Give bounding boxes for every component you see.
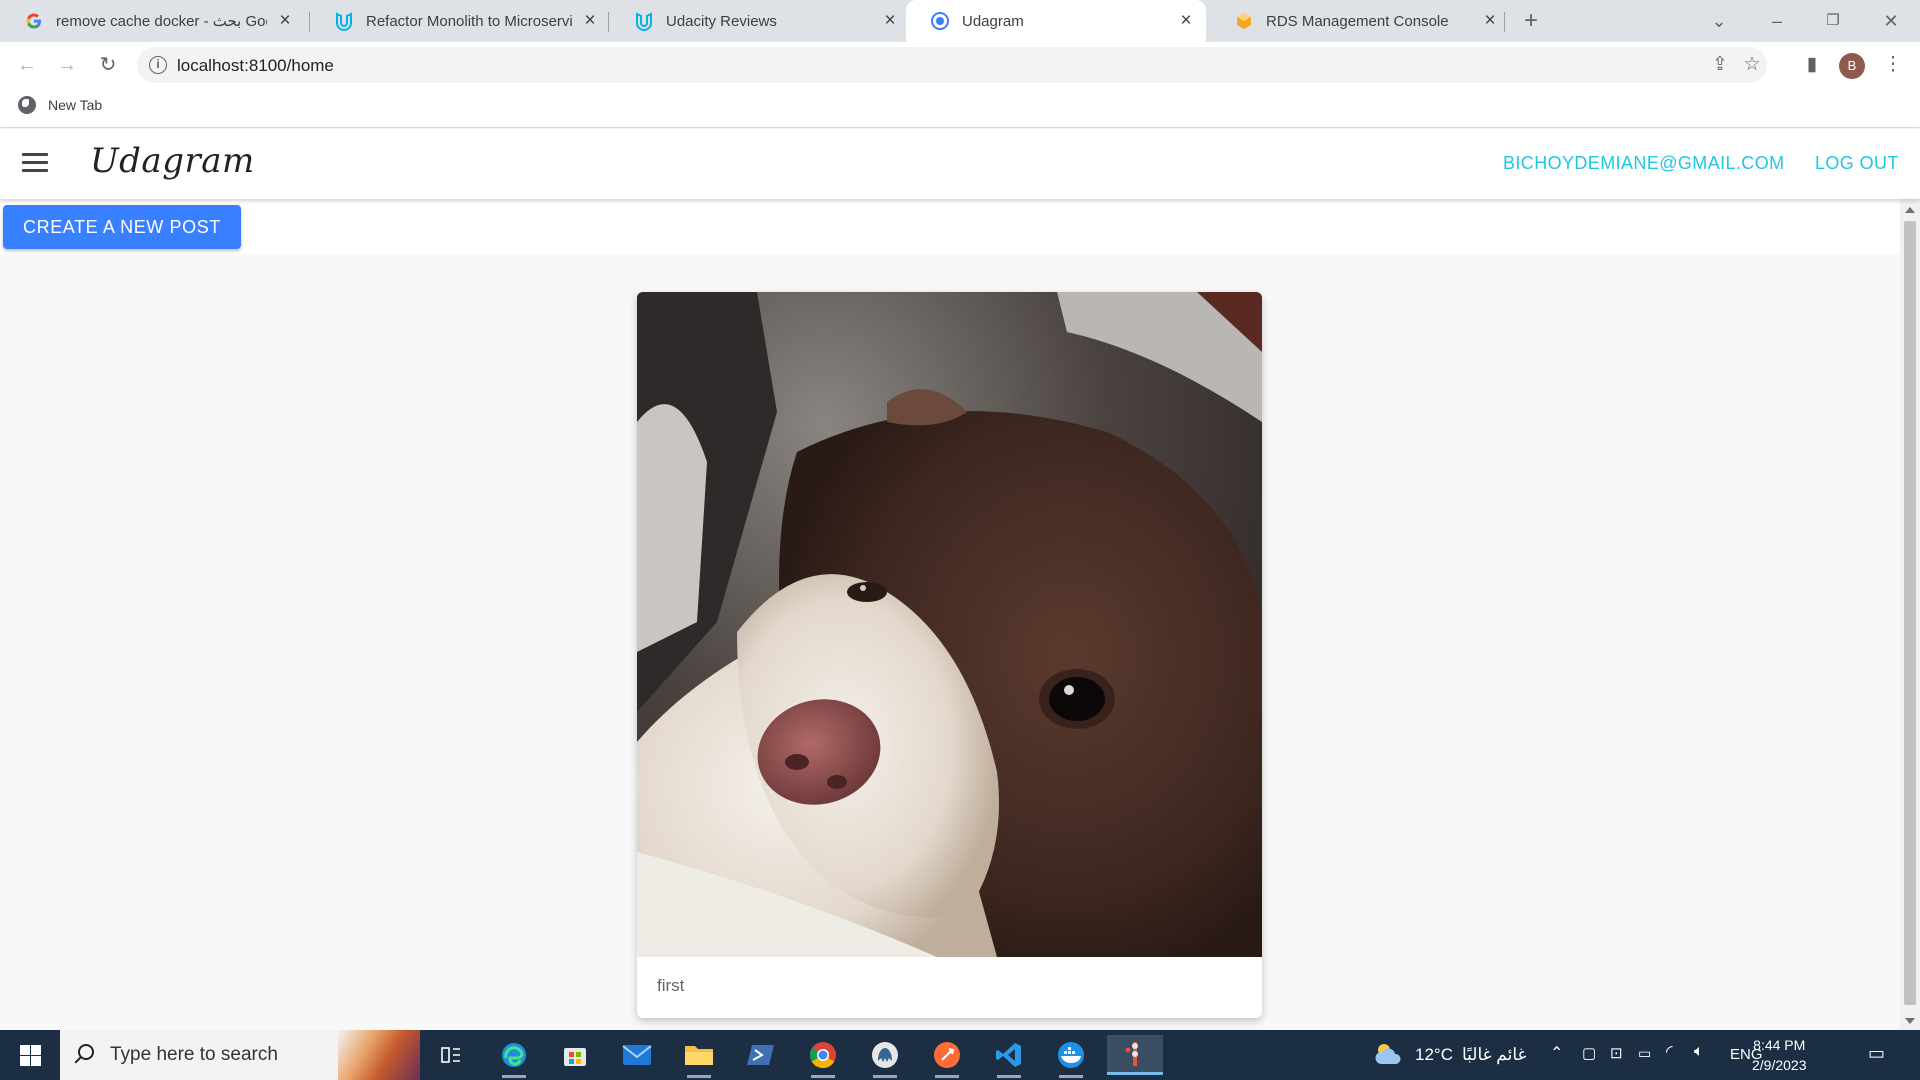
tab-separator (608, 12, 609, 32)
search-highlight-image (338, 1030, 420, 1080)
weather-condition[interactable]: غائم غالبًا (1462, 1045, 1526, 1065)
store-icon[interactable] (549, 1035, 601, 1075)
weather-temp[interactable]: 12°C (1415, 1045, 1453, 1065)
feed: first (0, 254, 1900, 1030)
edge-icon[interactable] (488, 1035, 540, 1078)
browser-tab-strip: remove cache docker - بحث Goo × Refactor… (0, 0, 1920, 42)
weather-partly-cloudy-icon[interactable] (1373, 1040, 1405, 1073)
post-image (637, 292, 1262, 957)
tab-udagram[interactable]: Udagram × (906, 0, 1206, 42)
chrome-icon[interactable] (797, 1035, 849, 1078)
bookmark-new-tab[interactable]: New Tab (18, 96, 102, 114)
windows-taskbar: Type here to search 12°C غائم غالبًا ⌃ ▢… (0, 1030, 1920, 1080)
close-icon[interactable]: × (1176, 11, 1196, 31)
share-icon[interactable]: ⇪ (1705, 50, 1735, 80)
bookmark-label: New Tab (48, 97, 103, 113)
tab-title: Refactor Monolith to Microservic (366, 12, 572, 30)
scrollbar-thumb[interactable] (1904, 221, 1916, 1005)
aws-icon (1234, 11, 1254, 31)
app-header: Udagram BICHOYDEMIANE@GMAIL.COM LOG OUT (0, 129, 1920, 199)
avatar[interactable]: B (1839, 53, 1865, 79)
tab-rds-console[interactable]: RDS Management Console × (1210, 0, 1510, 42)
tab-search-chevron-icon[interactable]: ⌄ (1704, 6, 1734, 36)
chevron-up-icon[interactable]: ⌃ (1550, 1043, 1563, 1063)
restore-icon[interactable]: ❐ (1818, 6, 1848, 36)
logout-button[interactable]: LOG OUT (1815, 153, 1899, 174)
tab-title: Udagram (962, 12, 1024, 30)
wifi-icon[interactable]: ◜ (1666, 1042, 1673, 1062)
udacity-icon (334, 11, 354, 31)
forward-icon[interactable]: → (52, 50, 82, 80)
tab-title: remove cache docker - بحث Goo (56, 13, 267, 30)
pgadmin-icon[interactable] (859, 1035, 911, 1078)
tab-separator (1504, 12, 1505, 32)
globe-icon (18, 96, 36, 114)
post-caption: first (657, 976, 685, 995)
kebab-menu-icon[interactable]: ⋮ (1878, 50, 1908, 80)
app-brand: Udagram (90, 141, 255, 181)
reload-icon[interactable]: ↻ (93, 50, 123, 80)
powershell-icon[interactable] (735, 1035, 787, 1075)
site-info-icon[interactable]: i (149, 56, 167, 74)
browser-toolbar: ← → ↻ i localhost:8100/home ⇪ ☆ ▮ B ⋮ (0, 42, 1920, 88)
mail-icon[interactable] (611, 1035, 663, 1075)
close-icon[interactable]: × (880, 11, 900, 31)
windows-start-icon[interactable] (0, 1030, 60, 1080)
hamburger-menu-icon[interactable] (22, 153, 48, 175)
bookmarks-bar: New Tab (0, 88, 1920, 128)
git-icon[interactable] (1107, 1035, 1163, 1075)
address-bar[interactable]: i localhost:8100/home ⇪ ☆ (137, 47, 1767, 83)
volume-icon[interactable]: 🔈︎ (1694, 1043, 1704, 1061)
clock-date: 2/9/2023 (1752, 1057, 1807, 1073)
close-icon[interactable]: × (275, 11, 295, 31)
page-toolbar: CREATE A NEW POST (0, 199, 1900, 254)
docker-icon[interactable] (1045, 1035, 1097, 1078)
udacity-icon (634, 11, 654, 31)
page-scrollbar[interactable] (1900, 199, 1920, 1030)
feed-item-card[interactable]: first (637, 292, 1262, 1018)
notification-center-icon[interactable]: ▭ (1868, 1043, 1885, 1064)
back-icon[interactable]: ← (12, 50, 42, 80)
window-close-icon[interactable]: ✕ (1876, 6, 1906, 36)
close-icon[interactable]: × (1480, 11, 1500, 31)
google-icon (24, 11, 44, 31)
tab-title: Udacity Reviews (666, 12, 777, 30)
vscode-icon[interactable] (983, 1035, 1035, 1078)
new-tab-icon[interactable]: + (1516, 6, 1546, 36)
clock-time: 8:44 PM (1753, 1037, 1806, 1053)
file-explorer-icon[interactable] (673, 1035, 725, 1078)
network-status-icon[interactable]: ⊡ (1610, 1044, 1623, 1062)
task-view-icon[interactable] (425, 1035, 477, 1075)
tab-udacity-reviews[interactable]: Udacity Reviews × (610, 0, 910, 42)
scroll-up-icon[interactable] (1905, 207, 1915, 213)
system-clock[interactable]: 8:44 PM 2/9/2023 (1752, 1035, 1807, 1075)
tab-refactor-monolith[interactable]: Refactor Monolith to Microservic × (310, 0, 610, 42)
search-icon (78, 1044, 94, 1060)
close-icon[interactable]: × (580, 11, 600, 31)
ionic-icon (930, 11, 950, 31)
tab-google-search[interactable]: remove cache docker - بحث Goo × (0, 0, 305, 42)
battery-icon[interactable]: ▭ (1638, 1045, 1651, 1062)
meet-now-icon[interactable]: ▢ (1582, 1044, 1596, 1062)
url-text: localhost:8100/home (177, 56, 334, 75)
bookmark-star-icon[interactable]: ☆ (1737, 50, 1767, 80)
search-placeholder: Type here to search (110, 1044, 278, 1065)
create-post-button[interactable]: CREATE A NEW POST (3, 205, 241, 249)
taskbar-search-input[interactable]: Type here to search (60, 1030, 420, 1080)
scroll-down-icon[interactable] (1905, 1018, 1915, 1024)
minimize-icon[interactable]: – (1762, 6, 1792, 36)
postman-icon[interactable] (921, 1035, 973, 1078)
tab-title: RDS Management Console (1266, 12, 1449, 30)
side-panel-icon[interactable]: ▮ (1797, 50, 1827, 80)
user-email-link[interactable]: BICHOYDEMIANE@GMAIL.COM (1503, 153, 1785, 174)
